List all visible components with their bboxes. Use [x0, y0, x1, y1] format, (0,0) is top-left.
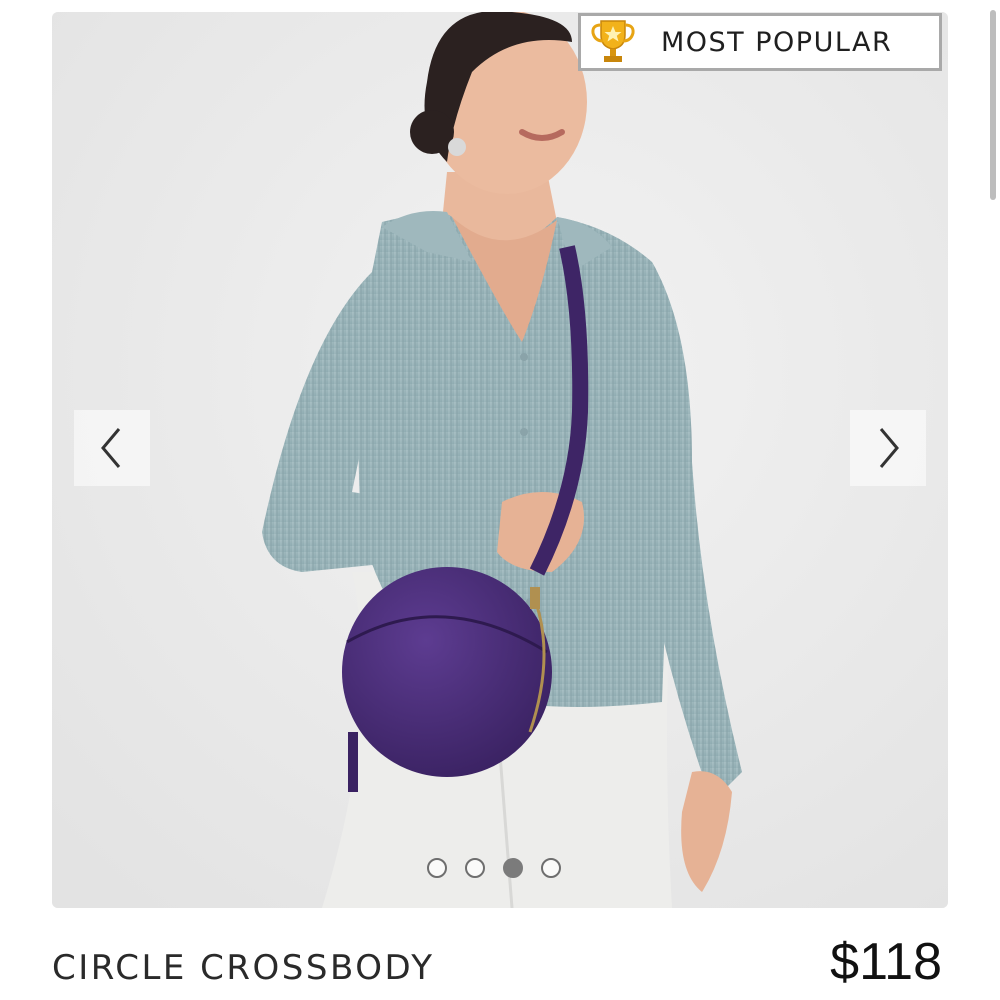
product-price: $118: [830, 933, 942, 991]
carousel-dot-4[interactable]: [541, 858, 561, 878]
carousel-dot-2[interactable]: [465, 858, 485, 878]
scrollbar-thumb[interactable]: [990, 10, 996, 200]
badge-label: MOST POPULAR: [661, 26, 893, 58]
product-photo: [52, 12, 948, 908]
product-page: MOST POPULAR CIRCLE CROSSBODY $118: [0, 0, 1000, 1000]
chevron-right-icon: [879, 428, 899, 468]
previous-image-button[interactable]: [74, 410, 150, 486]
most-popular-badge: MOST POPULAR: [578, 13, 942, 71]
product-image-carousel[interactable]: [52, 12, 948, 908]
chevron-left-icon: [101, 428, 121, 468]
page-scrollbar[interactable]: [986, 0, 1000, 1000]
carousel-dot-1[interactable]: [427, 858, 447, 878]
trophy-icon: [587, 16, 639, 68]
next-image-button[interactable]: [850, 410, 926, 486]
carousel-indicator: [427, 858, 561, 878]
product-title[interactable]: CIRCLE CROSSBODY: [52, 948, 435, 988]
carousel-dot-3-active[interactable]: [503, 858, 523, 878]
